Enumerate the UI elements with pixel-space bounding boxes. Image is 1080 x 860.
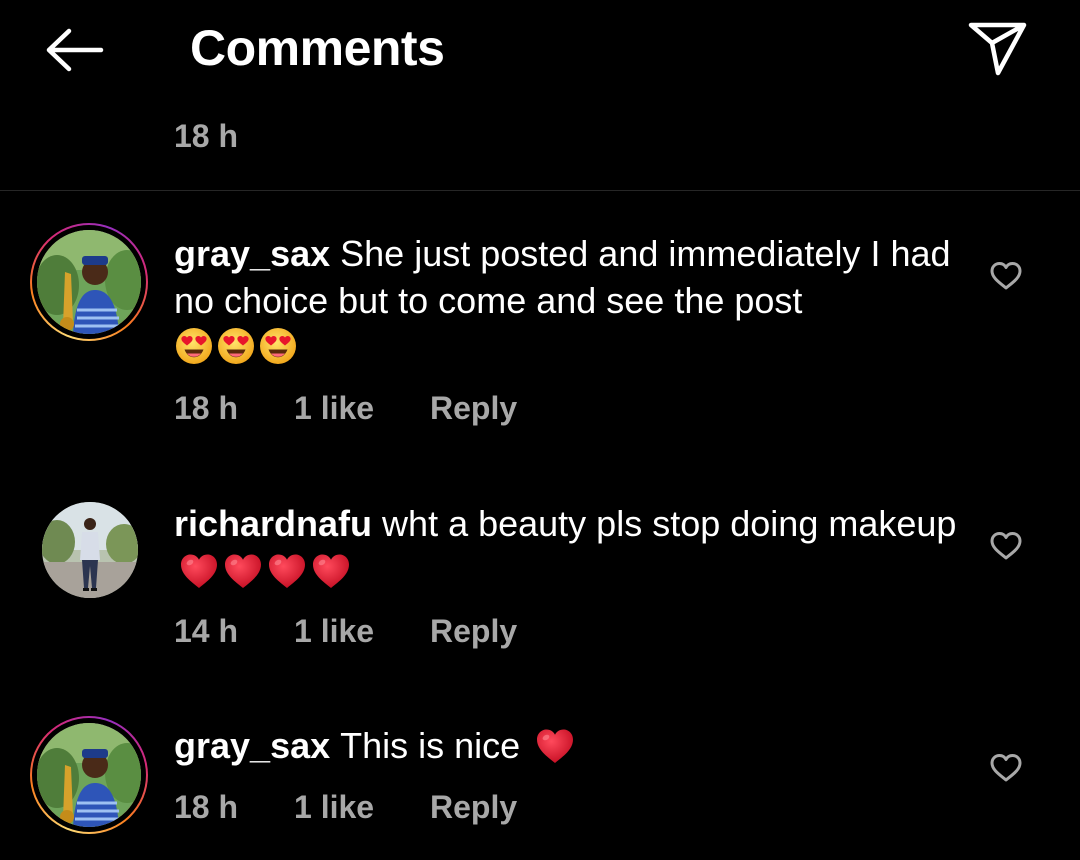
red-heart-emoji <box>310 551 352 591</box>
username[interactable]: gray_sax <box>174 233 330 274</box>
comment-timestamp: 18 h <box>174 789 239 825</box>
divider <box>0 190 1080 191</box>
avatar <box>37 723 141 827</box>
heart-eyes-emoji <box>174 326 214 366</box>
reply-button[interactable]: Reply <box>430 611 517 651</box>
top-bar: Comments <box>0 0 1080 100</box>
page-title: Comments <box>190 20 445 76</box>
heart-eyes-emoji <box>258 326 298 366</box>
like-count[interactable]: 1 like <box>294 611 374 651</box>
heart-outline-icon <box>990 532 1022 560</box>
comment-text: richardnafu wht a beauty pls stop doing m… <box>174 500 964 594</box>
heart-eyes-emoji <box>216 326 256 366</box>
like-button[interactable] <box>984 256 1028 296</box>
comment-text: gray_sax She just posted and immediately … <box>174 230 964 371</box>
red-heart-emoji <box>178 551 220 591</box>
username[interactable]: richardnafu <box>174 503 372 544</box>
reply-button[interactable]: Reply <box>430 787 517 827</box>
red-heart-emoji <box>534 726 576 766</box>
comment-body: This is nice <box>340 725 521 766</box>
share-button[interactable] <box>962 16 1032 80</box>
comment-text: gray_sax This is nice <box>174 722 964 769</box>
arrow-left-icon <box>46 28 104 72</box>
username[interactable]: gray_sax <box>174 725 330 766</box>
story-ring[interactable] <box>30 716 148 834</box>
like-count[interactable]: 1 like <box>294 388 374 428</box>
comment-timestamp: 18 h <box>174 390 239 426</box>
heart-outline-icon <box>990 262 1022 290</box>
back-button[interactable] <box>38 22 110 78</box>
comment-body: wht a beauty pls stop doing makeup <box>382 503 957 544</box>
red-heart-emoji <box>266 551 308 591</box>
heart-outline-icon <box>990 754 1022 782</box>
paper-plane-icon <box>968 22 1027 76</box>
story-ring[interactable] <box>30 223 148 341</box>
avatar[interactable] <box>42 502 138 598</box>
like-button[interactable] <box>984 748 1028 788</box>
red-heart-emoji <box>222 551 264 591</box>
like-button[interactable] <box>984 526 1028 566</box>
like-count[interactable]: 1 like <box>294 787 374 827</box>
reply-button[interactable]: Reply <box>430 388 517 428</box>
comment-timestamp: 14 h <box>174 613 239 649</box>
caption-timestamp: 18 h <box>174 118 239 154</box>
avatar <box>37 230 141 334</box>
